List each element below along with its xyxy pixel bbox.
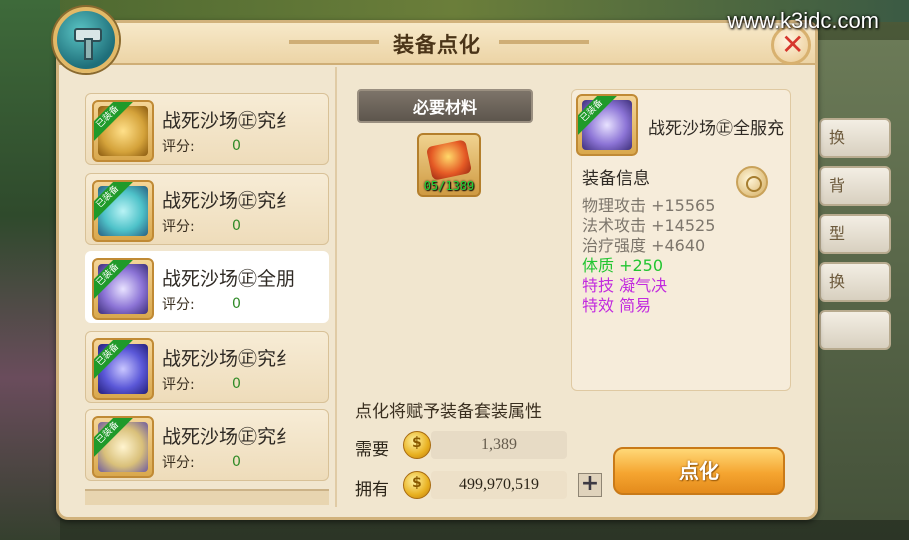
item-name: 战死沙场㊣究纟: [162, 426, 296, 446]
dialog-titlebar: 装备点化: [59, 23, 815, 65]
score-label: 评分:: [162, 377, 195, 393]
score-value: 0: [232, 138, 241, 154]
material-item-icon[interactable]: 05/1389: [417, 133, 481, 197]
side-button-2[interactable]: 背: [819, 166, 891, 206]
score-label: 评分:: [162, 297, 195, 313]
score-value: 0: [232, 376, 241, 392]
dialog-title: 装备点化: [393, 33, 481, 57]
stat-effect: 特效 简易: [582, 296, 652, 315]
item-name: 战死沙场㊣全朋: [162, 268, 296, 288]
side-button-1[interactable]: 换: [819, 118, 891, 158]
view-detail-icon[interactable]: [736, 166, 768, 198]
have-value: 499,970,519: [431, 471, 567, 499]
info-section-title: 装备信息: [582, 169, 650, 189]
score-label: 评分:: [162, 139, 195, 155]
cost-need-row: 需要 1,389: [355, 429, 571, 461]
score-label: 评分:: [162, 219, 195, 235]
list-partial-item: [85, 489, 329, 505]
material-count: 05/1389: [423, 179, 475, 193]
item-name: 战死沙场㊣究纟: [162, 110, 296, 130]
list-item[interactable]: 已装备 战死沙场㊣究纟 评分: 0: [85, 173, 329, 245]
coin-icon: [403, 471, 431, 499]
list-item[interactable]: 已装备 战死沙场㊣究纟 评分: 0: [85, 331, 329, 403]
equipment-icon: 已装备: [92, 180, 154, 242]
equipment-icon: 已装备: [92, 258, 154, 320]
equipment-enhance-dialog: 装备点化 ✕ 已装备 战死沙场㊣究纟 评分: 0 已装备 战死沙场㊣究纟 评分:: [53, 7, 818, 520]
list-item-selected[interactable]: 已装备 战死沙场㊣全朋 评分: 0: [85, 251, 329, 323]
hammer-icon: [53, 7, 119, 73]
equipment-list[interactable]: 已装备 战死沙场㊣究纟 评分: 0 已装备 战死沙场㊣究纟 评分: 0 已装备 …: [81, 67, 331, 507]
list-item[interactable]: 已装备 战死沙场㊣究纟 评分: 0: [85, 93, 329, 165]
item-name: 战死沙场㊣究纟: [162, 190, 296, 210]
info-item-name: 战死沙场㊣全服充: [648, 119, 784, 138]
add-currency-button[interactable]: +: [578, 473, 602, 497]
material-gem-icon: [425, 139, 473, 181]
panel-divider: [335, 67, 337, 507]
side-button-3[interactable]: 型: [819, 214, 891, 254]
equipment-info-panel: 已装备 战死沙场㊣全服充 装备信息 物理攻击 +15565 法术攻击 +1452…: [571, 89, 791, 391]
score-value: 0: [232, 218, 241, 234]
need-value: 1,389: [431, 431, 567, 459]
list-item[interactable]: 已装备 战死沙场㊣究纟 评分: 0: [85, 409, 329, 481]
score-value: 0: [232, 296, 241, 312]
equipment-icon: 已装备: [576, 94, 638, 156]
game-left-strip: [0, 0, 60, 540]
cost-have-row: 拥有 499,970,519: [355, 469, 571, 501]
score-value: 0: [232, 454, 241, 470]
coin-icon: [403, 431, 431, 459]
watermark: www.k3idc.com: [727, 8, 879, 33]
title-decoration-right: [499, 40, 589, 44]
enhance-button[interactable]: 点化: [613, 447, 785, 495]
score-label: 评分:: [162, 455, 195, 471]
side-button-5[interactable]: [819, 310, 891, 350]
enhance-description: 点化将赋予装备套装属性: [355, 402, 542, 422]
need-label: 需要: [355, 440, 389, 460]
item-name: 战死沙场㊣究纟: [162, 348, 296, 368]
have-label: 拥有: [355, 480, 389, 500]
materials-banner: 必要材料: [357, 89, 533, 123]
equipment-icon: 已装备: [92, 338, 154, 400]
side-button-4[interactable]: 换: [819, 262, 891, 302]
equipment-icon: 已装备: [92, 416, 154, 478]
equipment-icon: 已装备: [92, 100, 154, 162]
